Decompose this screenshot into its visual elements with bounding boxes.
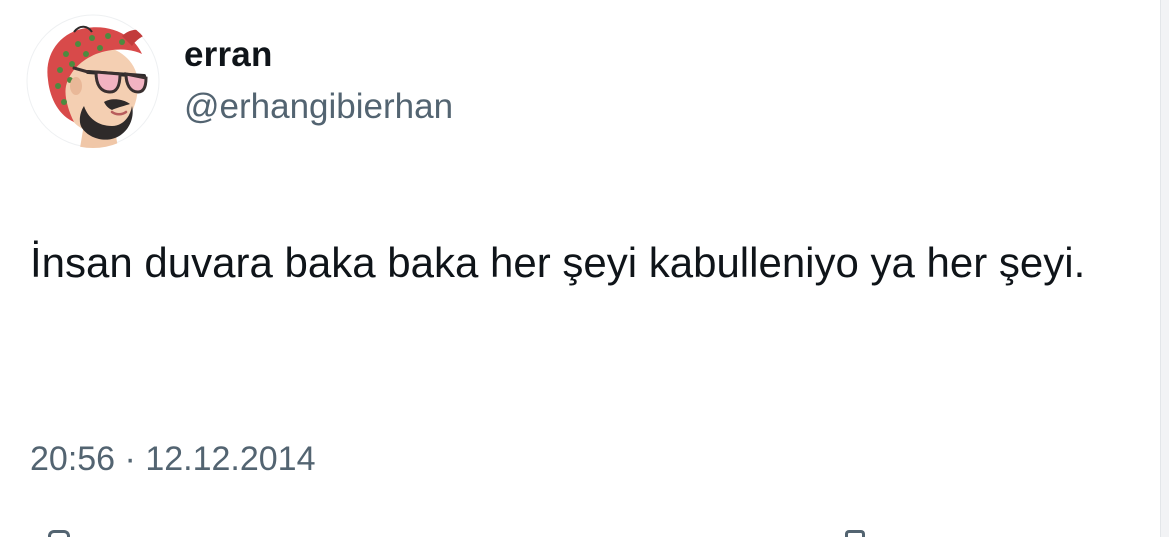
avatar[interactable] [26,14,160,148]
bookmark-icon[interactable] [845,530,865,537]
user-handle[interactable]: @erhangibierhan [184,87,453,127]
tweet-date[interactable]: 12.12.2014 [145,440,315,478]
tweet-text: İnsan duvara baka baka her şeyi kabullen… [30,239,1086,286]
scrollbar-track[interactable] [1160,0,1169,537]
tweet-card: erran @erhangibierhan İnsan duvara baka … [0,0,1160,537]
avatar-illustration-icon [26,14,160,148]
display-name[interactable]: erran [184,35,273,75]
tweet-timestamp: 20:56 · 12.12.2014 [30,440,316,479]
tweet-time[interactable]: 20:56 [30,440,115,478]
timestamp-separator: · [124,440,136,478]
reply-icon[interactable] [48,530,70,537]
